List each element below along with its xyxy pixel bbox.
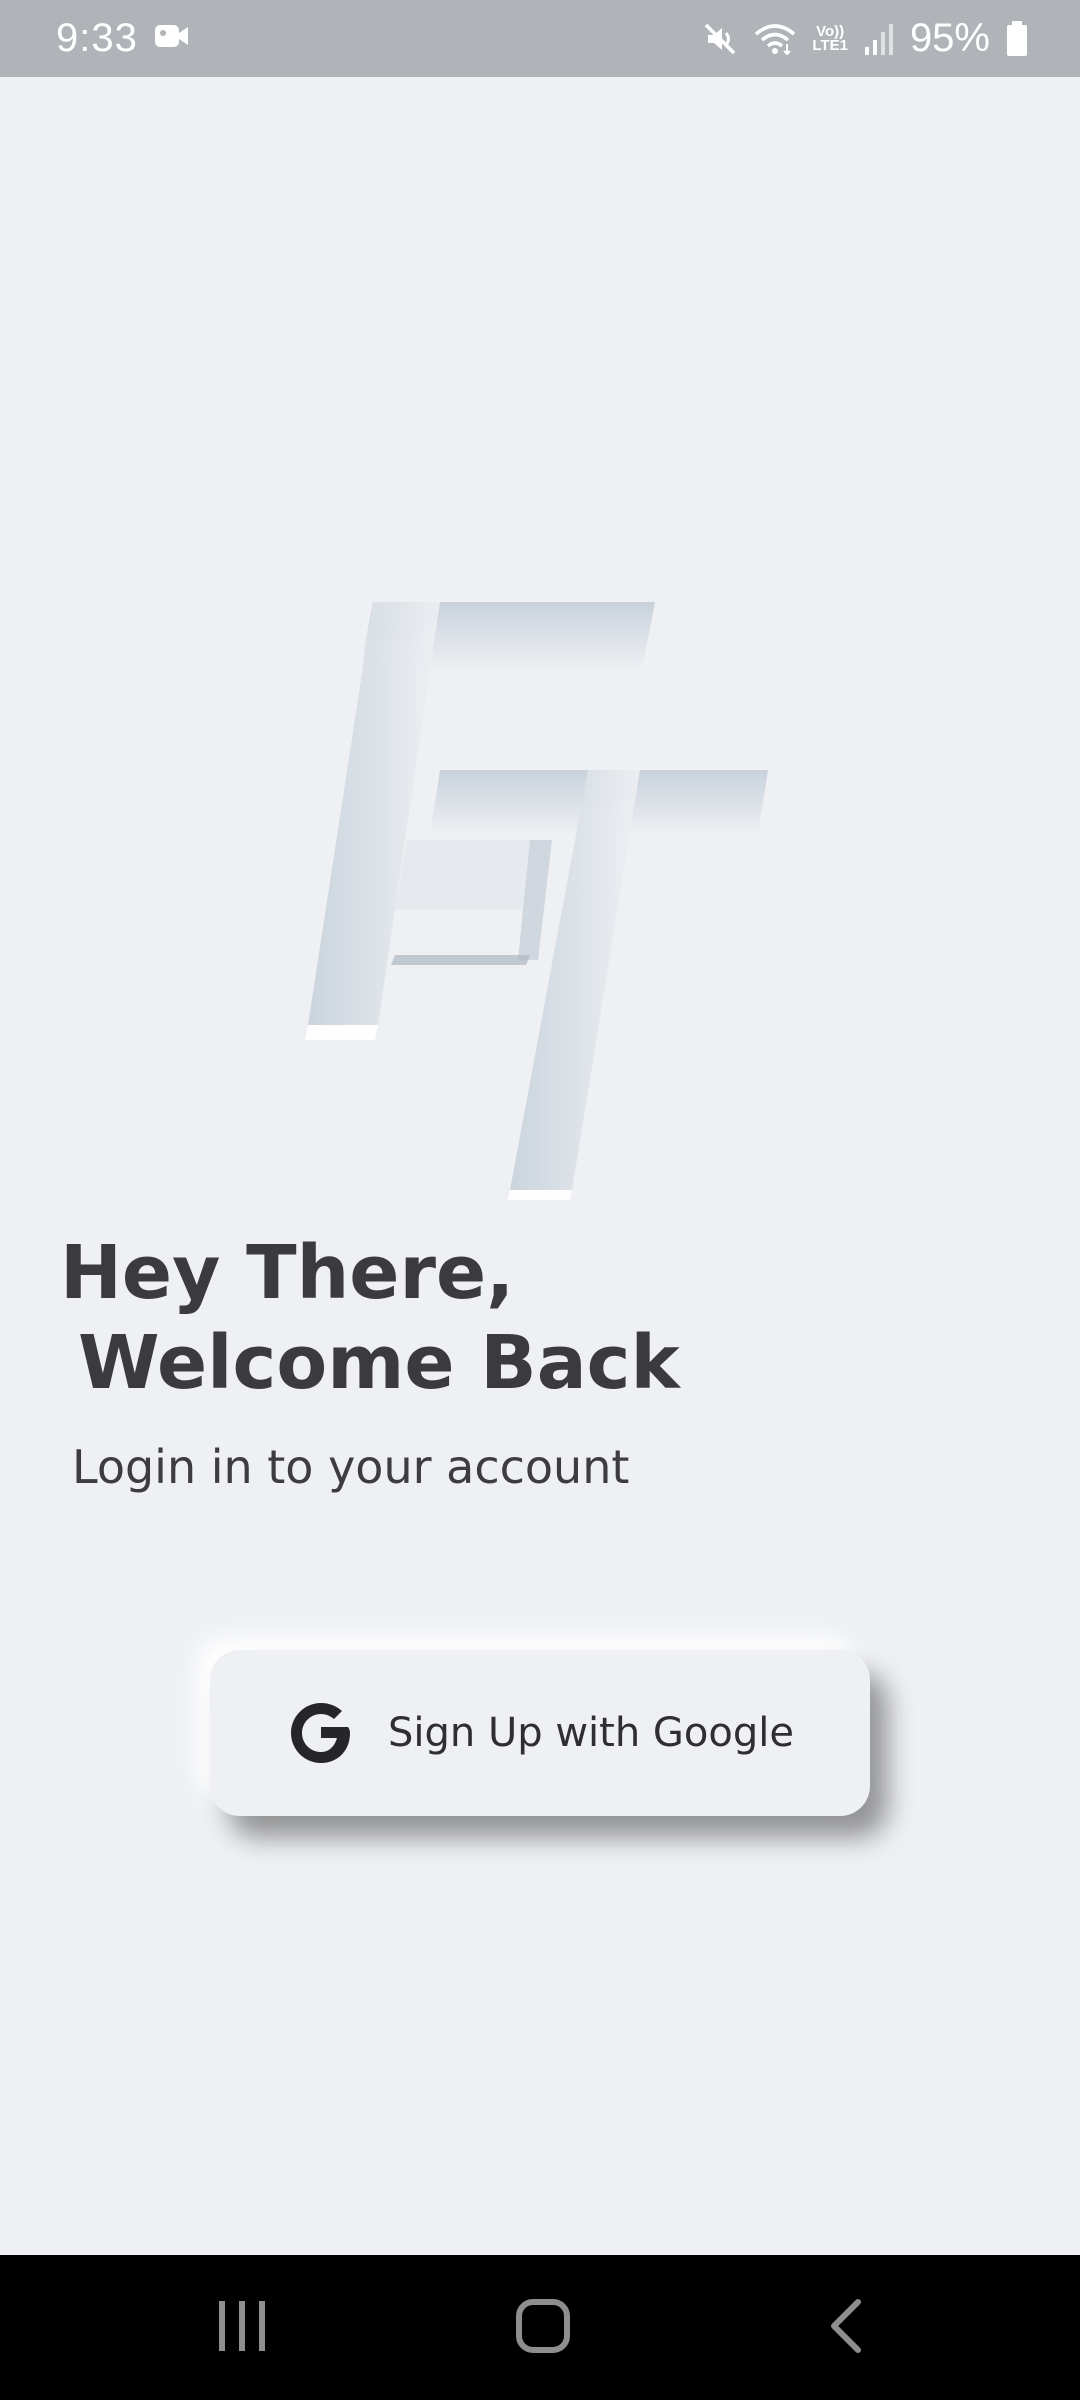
welcome-heading-line2: Welcome Back [78, 1320, 680, 1406]
navigation-bar [0, 2255, 1080, 2400]
lte-text: LTE1 [812, 36, 848, 54]
mute-icon [702, 21, 738, 57]
battery-percent: 95% [909, 16, 990, 60]
volte-lte-icon: Vo)) LTE1 [812, 24, 848, 54]
welcome-heading-line1: Hey There, [60, 1230, 515, 1316]
status-time: 9:33 [56, 16, 138, 60]
status-bar: 9:33 Vo)) LTE1 95% [0, 0, 1080, 77]
google-signup-button[interactable]: Sign Up with Google [210, 1650, 870, 1816]
recents-icon [216, 2299, 268, 2356]
welcome-subtitle: Login in to your account [72, 1440, 630, 1494]
ft-logo-icon [290, 590, 790, 1210]
home-button[interactable] [443, 2255, 643, 2400]
welcome-heading: Hey There, Welcome Back [60, 1228, 680, 1408]
video-camera-icon [154, 22, 190, 55]
recents-button[interactable] [142, 2255, 342, 2400]
google-g-icon [286, 1697, 356, 1769]
google-signup-label: Sign Up with Google [388, 1710, 794, 1756]
login-screen: 9:33 Vo)) LTE1 95% Hey There, Welcome Ba… [0, 0, 1080, 2400]
status-right: Vo)) LTE1 95% [702, 16, 1028, 61]
back-button[interactable] [746, 2255, 946, 2400]
status-left: 9:33 [56, 16, 190, 61]
home-icon [515, 2298, 571, 2357]
signal-icon [864, 23, 894, 55]
wifi-icon [754, 22, 796, 56]
battery-icon [1006, 20, 1028, 57]
back-icon [826, 2298, 866, 2357]
